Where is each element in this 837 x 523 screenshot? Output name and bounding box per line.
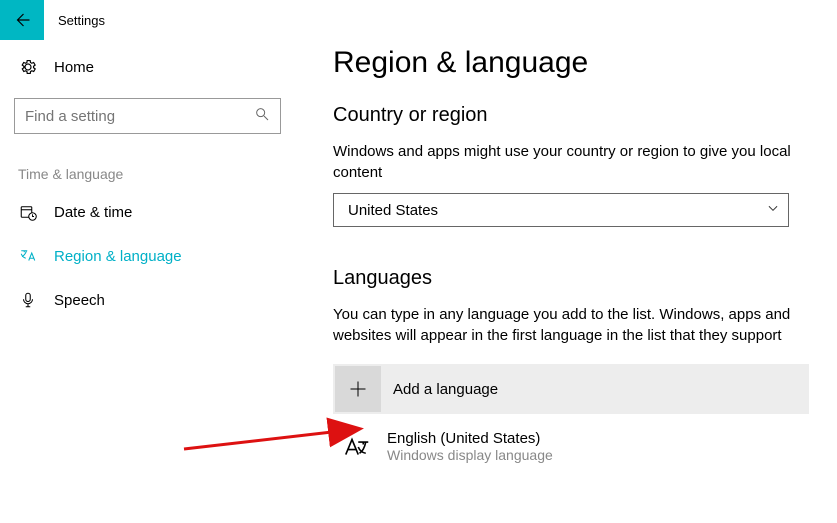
country-section-desc: Windows and apps might use your country … [333, 141, 809, 183]
search-input[interactable] [25, 108, 254, 125]
home-nav[interactable]: Home [12, 40, 283, 94]
add-language-button[interactable]: Add a language [333, 364, 809, 414]
microphone-icon [18, 291, 38, 309]
clock-calendar-icon [18, 203, 38, 221]
language-glyph-icon [337, 430, 377, 462]
app-title: Settings [44, 13, 105, 28]
main-content: Region & language Country or region Wind… [295, 40, 837, 463]
sidebar-item-region-language[interactable]: Region & language [12, 234, 283, 278]
page-title: Region & language [333, 46, 809, 80]
sidebar-item-label: Date & time [38, 204, 132, 221]
country-dropdown[interactable]: United States [333, 193, 789, 227]
languages-section-title: Languages [333, 267, 809, 290]
country-selected: United States [348, 202, 438, 219]
chevron-down-icon [766, 201, 780, 219]
sidebar-item-speech[interactable]: Speech [12, 278, 283, 322]
sidebar-category: Time & language [12, 134, 283, 190]
language-subtitle: Windows display language [387, 447, 553, 463]
add-language-label: Add a language [383, 381, 498, 398]
titlebar: Settings [0, 0, 837, 40]
sidebar-item-label: Speech [38, 292, 105, 309]
languages-section-desc: You can type in any language you add to … [333, 304, 809, 346]
sidebar-item-date-time[interactable]: Date & time [12, 190, 283, 234]
search-box[interactable] [14, 98, 281, 134]
sidebar-item-label: Region & language [38, 248, 182, 265]
search-icon [254, 106, 270, 127]
country-section-title: Country or region [333, 104, 809, 127]
language-entry[interactable]: English (United States) Windows display … [333, 414, 809, 463]
language-name: English (United States) [387, 430, 553, 447]
sidebar: Home Time & language Date & time Region … [0, 40, 295, 463]
gear-icon [18, 58, 38, 76]
back-button[interactable] [0, 0, 44, 40]
home-label: Home [38, 59, 94, 76]
plus-icon [335, 366, 381, 412]
back-arrow-icon [13, 11, 31, 29]
language-icon [18, 247, 38, 265]
